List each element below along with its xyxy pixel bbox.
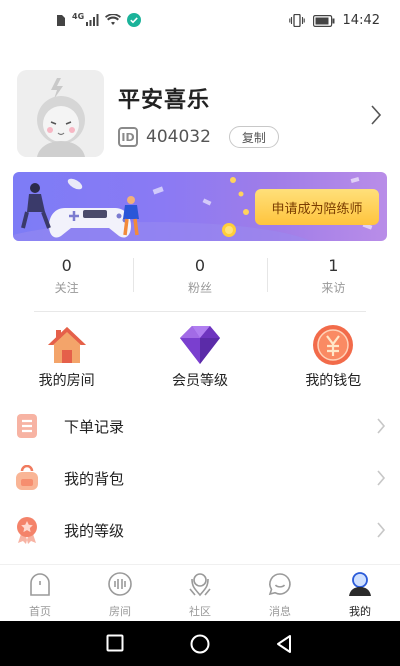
order-list-icon: [13, 412, 41, 440]
tab-label: 消息: [269, 605, 291, 618]
menu-label: 我的等级: [64, 521, 125, 540]
stat-value: 1: [328, 256, 339, 275]
back-icon[interactable]: [275, 634, 293, 654]
avatar-mascot-icon: [17, 70, 104, 157]
signal-icon: [86, 14, 99, 26]
tab-messages[interactable]: 消息: [240, 565, 320, 621]
apply-coach-button[interactable]: 申请成为陪练师: [255, 189, 379, 225]
stat-value: 0: [61, 256, 72, 275]
menu-label: 我的背包: [64, 469, 125, 488]
stat-label: 来访: [321, 281, 346, 295]
avatar[interactable]: [17, 70, 104, 157]
stats-row: 0 关注 0 粉丝 1 来访: [0, 252, 400, 302]
gem-icon: [176, 322, 224, 368]
status-right: 14:42: [288, 13, 380, 28]
chevron-right-icon: [377, 522, 386, 538]
quick-label: 我的房间: [38, 373, 95, 389]
tab-label: 我的: [349, 605, 371, 618]
divider: [34, 311, 366, 312]
menu-label: 下单记录: [64, 417, 125, 436]
chevron-right-icon[interactable]: [370, 104, 382, 126]
tab-room[interactable]: 房间: [80, 565, 160, 621]
user-id: 404032: [146, 127, 211, 147]
menu-order-history[interactable]: 下单记录: [0, 400, 400, 452]
tab-label: 社区: [189, 605, 211, 618]
chevron-right-icon: [377, 470, 386, 486]
message-icon: [266, 570, 294, 598]
battery-icon: [312, 14, 335, 27]
community-icon: [186, 570, 214, 598]
verified-icon: [127, 13, 142, 27]
stat-visitors[interactable]: 1 来访: [266, 252, 400, 302]
profile-header[interactable]: 平安喜乐 ID 404032 复制: [0, 70, 400, 162]
recents-icon[interactable]: [106, 634, 124, 652]
chevron-right-icon: [377, 418, 386, 434]
room-icon: [106, 570, 134, 598]
menu-my-backpack[interactable]: 我的背包: [0, 452, 400, 504]
stat-following[interactable]: 0 关注: [0, 252, 133, 302]
backpack-icon: [13, 464, 41, 492]
quick-membership-level[interactable]: 会员等级: [133, 322, 266, 394]
profile-icon: [346, 570, 374, 598]
tab-label: 房间: [109, 605, 131, 618]
clock: 14:42: [342, 13, 380, 28]
yuan-coin-icon: [309, 322, 357, 368]
quick-my-wallet[interactable]: 我的钱包: [267, 322, 400, 394]
tab-community[interactable]: 社区: [160, 565, 240, 621]
menu-list: 下单记录 我的背包 我的等级: [0, 400, 400, 556]
stat-fans[interactable]: 0 粉丝: [133, 252, 266, 302]
vibrate-icon: [288, 14, 305, 27]
bottom-tab-bar: 首页 房间 社区 消息 我的: [0, 564, 400, 621]
network-type: 4G: [72, 11, 85, 21]
stat-label: 粉丝: [187, 281, 212, 295]
user-id-row: ID 404032 复制: [118, 126, 279, 148]
tab-mine[interactable]: 我的: [320, 565, 400, 621]
stat-value: 0: [194, 256, 206, 275]
tab-home[interactable]: 首页: [0, 565, 80, 621]
menu-my-level[interactable]: 我的等级: [0, 504, 400, 556]
quick-label: 会员等级: [171, 373, 228, 389]
level-medal-icon: [13, 516, 41, 544]
coach-apply-banner[interactable]: 申请成为陪练师: [13, 172, 387, 241]
stat-label: 关注: [54, 281, 79, 295]
tab-label: 首页: [29, 605, 51, 618]
system-nav-bar: [0, 621, 400, 666]
status-bar: 4G 14:42: [0, 0, 400, 46]
quick-links: 我的房间 会员等级 我的钱包: [0, 322, 400, 394]
id-badge-icon: ID: [118, 127, 138, 147]
home-icon: [26, 570, 54, 598]
status-left: 4G: [56, 11, 142, 27]
home-circle-icon[interactable]: [190, 634, 210, 654]
wifi-icon: [105, 14, 122, 25]
sim-icon: [57, 14, 65, 26]
nickname: 平安喜乐: [118, 88, 211, 113]
copy-id-button[interactable]: 复制: [228, 126, 279, 148]
quick-my-room[interactable]: 我的房间: [0, 322, 133, 394]
quick-label: 我的钱包: [305, 373, 362, 389]
house-icon: [43, 322, 91, 368]
